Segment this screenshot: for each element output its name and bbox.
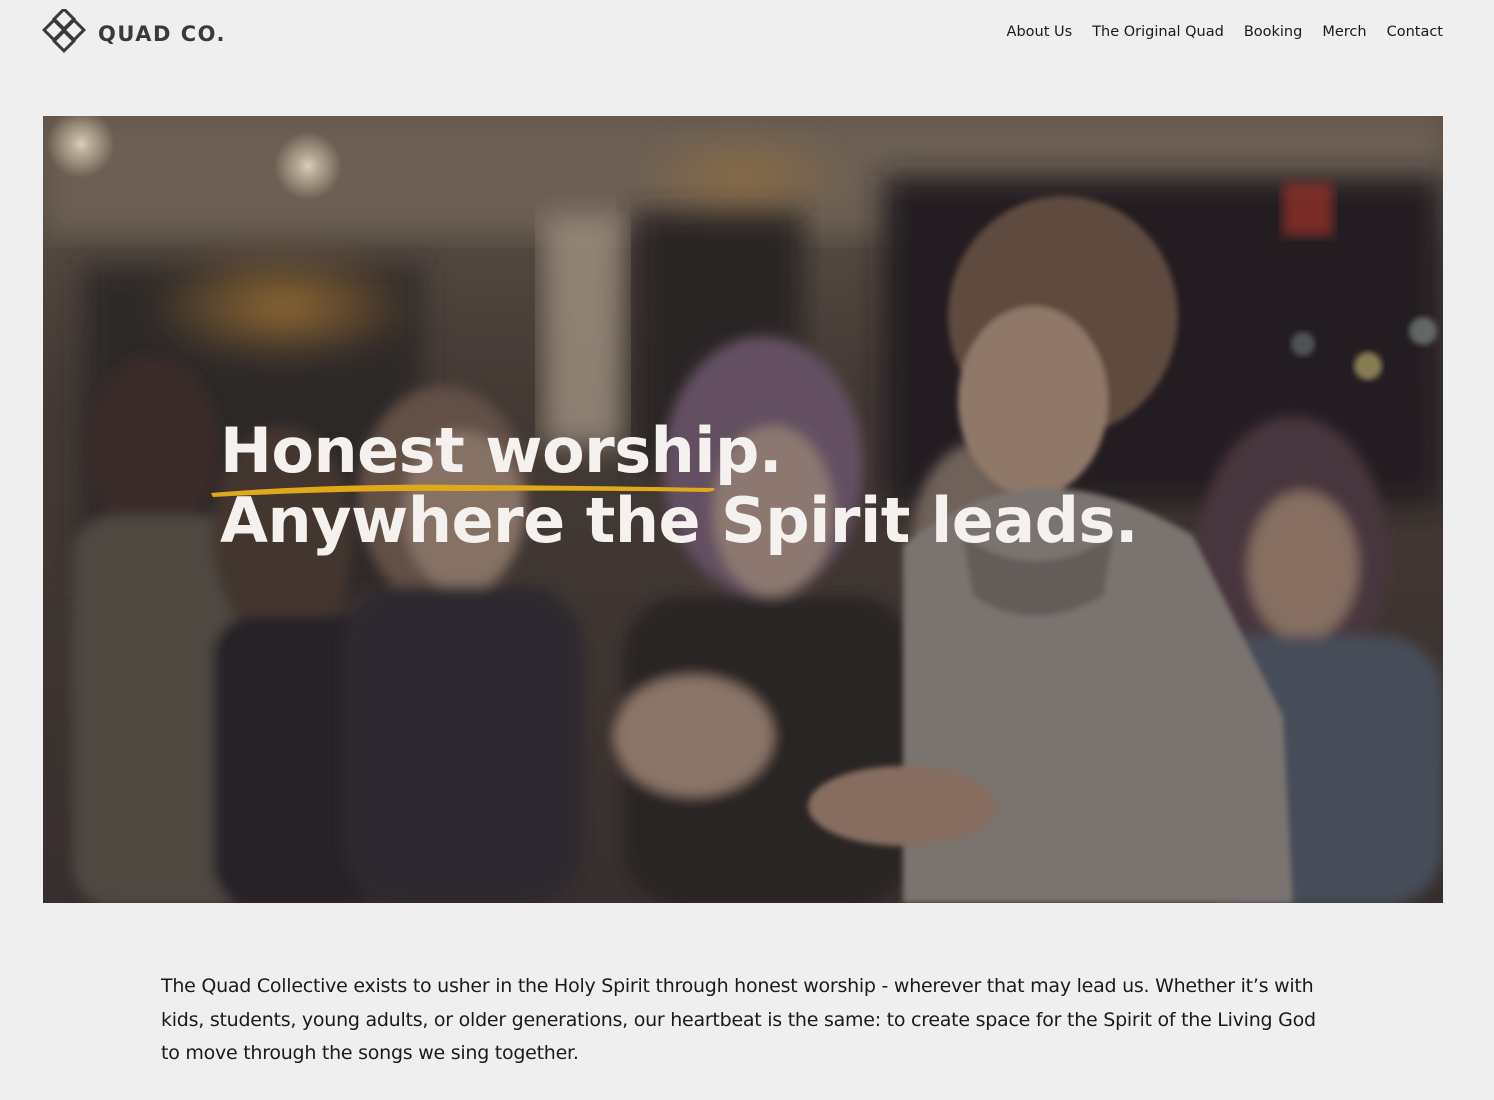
nav-item-about-us[interactable]: About Us <box>1007 24 1073 40</box>
hero-headline: Honest worship. Anywhere the Spirit lead… <box>220 416 1138 556</box>
diamond-lattice-logo-icon <box>42 9 87 54</box>
hero-headline-line-2: Anywhere the Spirit leads. <box>220 484 1138 557</box>
hero-banner: Honest worship. Anywhere the Spirit lead… <box>43 116 1443 903</box>
brand-name: QUAD CO. <box>98 22 227 46</box>
nav-item-the-original-quad[interactable]: The Original Quad <box>1092 24 1224 40</box>
hero-headline-line-1: Honest worship. <box>220 414 782 487</box>
nav-item-booking[interactable]: Booking <box>1244 24 1303 40</box>
site-header: QUAD CO. About Us The Original Quad Book… <box>0 0 1494 70</box>
nav-item-merch[interactable]: Merch <box>1322 24 1366 40</box>
nav-item-contact[interactable]: Contact <box>1387 24 1443 40</box>
brand-logo-link[interactable]: QUAD CO. <box>42 9 226 59</box>
intro-paragraph: The Quad Collective exists to usher in t… <box>161 975 1316 1064</box>
main-nav: About Us The Original Quad Booking Merch… <box>1007 24 1443 40</box>
